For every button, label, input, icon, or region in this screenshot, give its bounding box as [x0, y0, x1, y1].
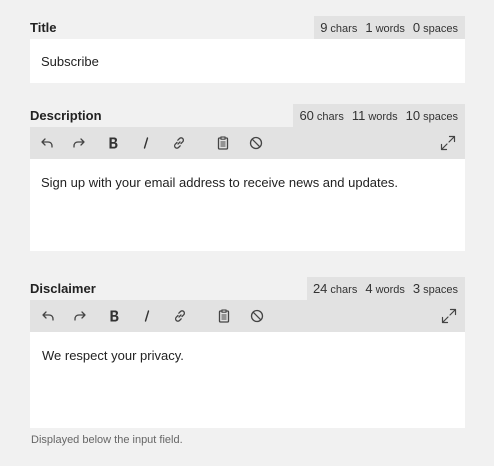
title-words-unit: words — [375, 23, 405, 35]
italic-icon[interactable] — [138, 307, 156, 325]
expand-icon[interactable] — [439, 134, 457, 152]
title-input-value: Subscribe — [41, 53, 99, 69]
disclaimer-chars-count: 24 — [312, 281, 328, 296]
title-spaces-count: 0 — [412, 20, 421, 35]
disclaimer-editor[interactable]: We respect your privacy. — [30, 332, 465, 428]
title-chars-count: 9 — [320, 20, 328, 35]
disclaimer-words-count: 4 — [365, 281, 373, 296]
description-words-count: 11 — [351, 108, 366, 123]
description-chars-unit: chars — [316, 111, 344, 123]
bold-icon[interactable] — [104, 134, 122, 152]
link-icon[interactable] — [170, 134, 188, 152]
description-toolbar — [30, 127, 465, 159]
redo-icon[interactable] — [71, 307, 89, 325]
description-field: Description 60chars 11words 10spaces — [30, 104, 465, 251]
description-words-unit: words — [368, 111, 398, 123]
title-words-count: 1 — [365, 20, 373, 35]
disclaimer-hint: Displayed below the input field. — [31, 434, 183, 446]
disclaimer-field: Disclaimer 24 chars 4 words 3 spaces We … — [30, 277, 465, 428]
title-input[interactable]: Subscribe — [30, 39, 465, 83]
bold-icon[interactable] — [105, 307, 123, 325]
clear-format-icon[interactable] — [248, 307, 266, 325]
title-field-header: Title 9 chars 1 words 0 spaces — [30, 16, 465, 39]
undo-icon[interactable] — [38, 134, 56, 152]
description-spaces-count: 10 — [405, 108, 421, 123]
disclaimer-chars-unit: chars — [330, 284, 358, 296]
disclaimer-field-header: Disclaimer 24 chars 4 words 3 spaces — [30, 277, 465, 300]
disclaimer-counter: 24 chars 4 words 3 spaces — [306, 277, 465, 300]
disclaimer-editor-text: We respect your privacy. — [42, 348, 184, 363]
disclaimer-toolbar — [30, 300, 465, 332]
link-icon[interactable] — [171, 307, 189, 325]
description-counter: 60 chars 11 words 10 spaces — [293, 104, 465, 127]
description-editor[interactable]: Sign up with your email address to recei… — [30, 159, 465, 251]
description-label: Description — [30, 108, 102, 123]
description-editor-text: Sign up with your email address to recei… — [41, 175, 398, 190]
title-spaces-unit: spaces — [423, 23, 458, 35]
clipboard-icon[interactable] — [214, 134, 232, 152]
expand-icon[interactable] — [440, 307, 458, 325]
description-spaces-unit: spaces — [423, 111, 458, 123]
title-label: Title — [30, 20, 57, 35]
clear-format-icon[interactable] — [247, 134, 265, 152]
description-chars-count: 60 — [299, 108, 314, 123]
description-field-header: Description 60 chars 11 words 10 spaces — [30, 104, 465, 127]
disclaimer-spaces-count: 3 — [412, 281, 421, 296]
title-counter: 9 chars 1 words 0 spaces — [314, 16, 465, 39]
undo-icon[interactable] — [39, 307, 57, 325]
disclaimer-words-unit: words — [375, 284, 405, 296]
clipboard-icon[interactable] — [215, 307, 233, 325]
disclaimer-spaces-unit: spaces — [423, 284, 458, 296]
redo-icon[interactable] — [70, 134, 88, 152]
italic-icon[interactable] — [137, 134, 155, 152]
title-chars-unit: chars — [330, 23, 358, 35]
disclaimer-label: Disclaimer — [30, 281, 96, 296]
title-field: Title 9 chars 1 words 0 spaces Subscribe — [30, 16, 465, 83]
